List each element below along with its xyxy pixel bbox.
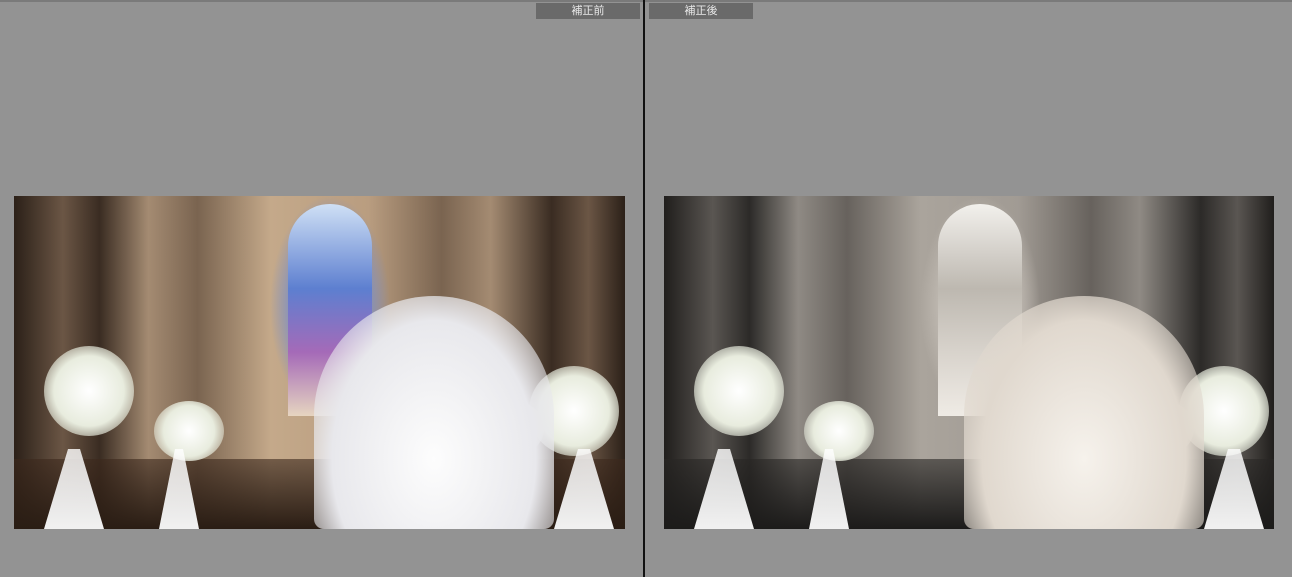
bride-figure	[964, 296, 1204, 529]
compare-divider[interactable]	[643, 0, 645, 577]
before-image	[14, 196, 625, 529]
after-image	[664, 196, 1274, 529]
top-border	[0, 0, 1292, 2]
after-label: 補正後	[649, 3, 753, 19]
bride-figure	[314, 296, 554, 529]
before-label: 補正前	[536, 3, 640, 19]
